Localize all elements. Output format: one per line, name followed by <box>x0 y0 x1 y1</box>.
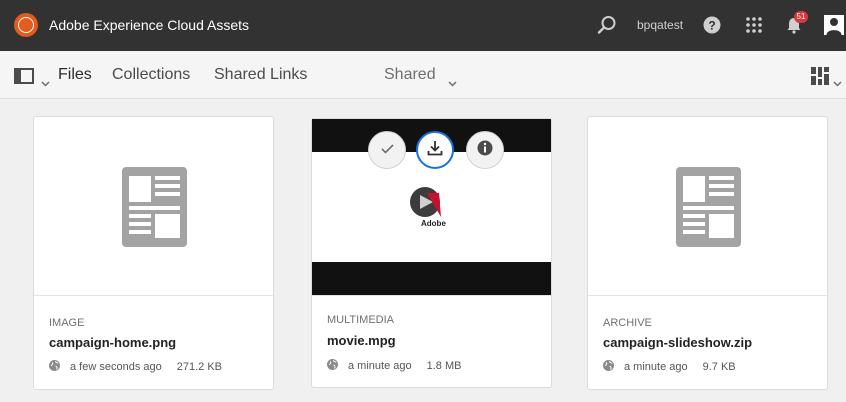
asset-name[interactable]: movie.mpg <box>327 333 396 348</box>
info-button[interactable] <box>466 131 504 169</box>
user-name[interactable]: bpqatest <box>637 18 683 32</box>
card-divider <box>312 295 551 296</box>
filter-dropdown[interactable]: Shared <box>384 66 436 84</box>
asset-type: MULTIMEDIA <box>327 314 395 326</box>
top-bar: Adobe Experience Cloud Assets bpqatest ?… <box>0 0 846 51</box>
globe-icon <box>327 359 338 373</box>
asset-size: 1.8 MB <box>426 360 462 372</box>
globe-icon <box>603 360 614 374</box>
asset-modified: a minute ago <box>624 361 688 373</box>
tab-files[interactable]: Files <box>58 66 92 84</box>
user-icon[interactable] <box>823 14 845 36</box>
adobe-logo-icon[interactable] <box>14 13 38 37</box>
asset-type: IMAGE <box>49 317 85 329</box>
globe-icon <box>49 360 60 374</box>
tab-shared-links[interactable]: Shared Links <box>214 66 307 84</box>
asset-card[interactable]: Adobe MULTIMEDIA movie.mpg a minute ago … <box>311 118 552 388</box>
asset-thumbnail[interactable]: Adobe <box>312 119 551 296</box>
notification-badge: 51 <box>794 11 808 23</box>
asset-card[interactable]: IMAGE campaign-home.png a few seconds ag… <box>33 116 274 390</box>
letterbox-bottom <box>312 262 551 296</box>
nav-bar: Files Collections Shared Links Shared <box>0 51 846 99</box>
asset-meta: a few seconds ago 271.2 KB <box>49 360 222 374</box>
apps-grid-icon[interactable] <box>743 14 765 36</box>
asset-card[interactable]: ARCHIVE campaign-slideshow.zip a minute … <box>587 116 828 390</box>
tab-collections[interactable]: Collections <box>112 66 190 84</box>
document-placeholder-icon <box>676 167 741 247</box>
asset-meta: a minute ago 1.8 MB <box>327 359 461 373</box>
view-switcher-icon[interactable] <box>811 67 829 90</box>
chevron-down-icon[interactable] <box>41 74 50 92</box>
svg-text:?: ? <box>708 19 715 33</box>
card-divider <box>34 295 273 296</box>
thumbnail-label: Adobe <box>421 219 446 228</box>
select-button[interactable] <box>368 131 406 169</box>
app-title[interactable]: Adobe Experience Cloud Assets <box>49 17 249 33</box>
view-chevron-down-icon[interactable] <box>833 74 842 92</box>
asset-thumbnail[interactable] <box>34 117 273 295</box>
rail-toggle-icon[interactable] <box>14 68 34 89</box>
asset-name[interactable]: campaign-home.png <box>49 335 176 350</box>
asset-name[interactable]: campaign-slideshow.zip <box>603 335 752 350</box>
asset-modified: a few seconds ago <box>70 361 162 373</box>
asset-size: 271.2 KB <box>176 361 222 373</box>
filter-chevron-down-icon[interactable] <box>448 74 457 92</box>
download-button[interactable] <box>416 131 454 169</box>
download-icon <box>427 140 443 161</box>
asset-meta: a minute ago 9.7 KB <box>603 360 736 374</box>
card-divider <box>588 295 827 296</box>
search-icon[interactable] <box>596 14 618 36</box>
asset-type: ARCHIVE <box>603 317 652 329</box>
document-placeholder-icon <box>122 167 187 247</box>
select-icon <box>380 141 394 159</box>
info-icon <box>477 140 493 161</box>
asset-size: 9.7 KB <box>702 361 736 373</box>
help-icon[interactable]: ? <box>701 14 723 36</box>
asset-thumbnail[interactable] <box>588 117 827 295</box>
asset-modified: a minute ago <box>348 360 412 372</box>
